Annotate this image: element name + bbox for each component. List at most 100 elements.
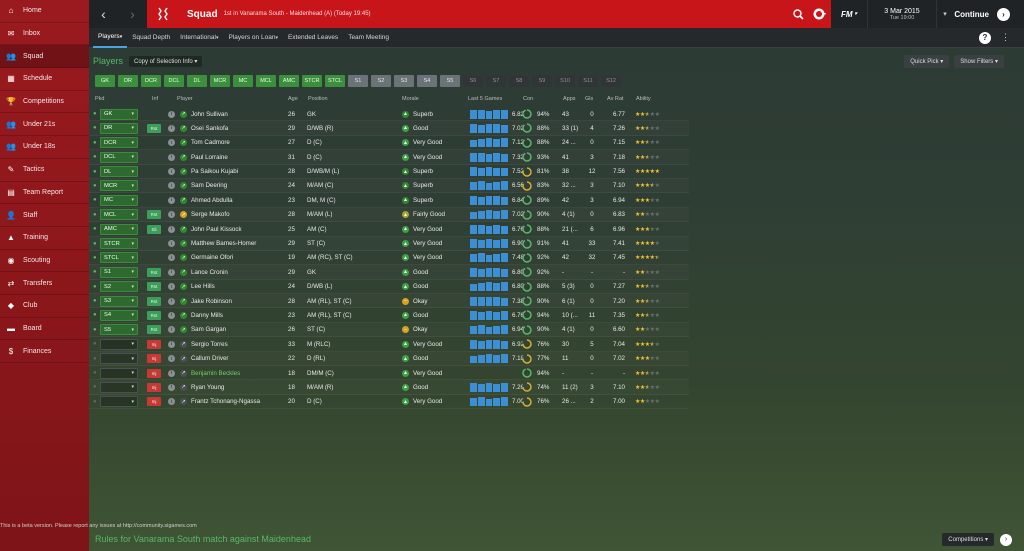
injury-icon[interactable]: Inj: [147, 397, 161, 407]
player-name[interactable]: Lee Hills: [191, 280, 286, 294]
player-name[interactable]: John Paul Kissock: [191, 222, 286, 236]
position-button-stcl[interactable]: STCL: [325, 75, 345, 87]
selection-dropdown[interactable]: S1 ▾: [100, 266, 138, 278]
table-row[interactable]: ● DL ▾ i ↗ Pa Saikou Kujabi 28 D/WB/M (L) Superb…: [89, 165, 689, 179]
player-name[interactable]: Osei Sankofa: [191, 121, 286, 135]
col-apps[interactable]: Apps: [563, 96, 576, 102]
table-row[interactable]: ● STCR ▾ i ↗ Matthew Barnes-Homer 29 ST (C) Very…: [89, 237, 689, 251]
info-icon[interactable]: i: [168, 340, 175, 348]
status-badge[interactable]: Rst: [147, 123, 161, 133]
position-button-stcr[interactable]: STCR: [302, 75, 322, 87]
player-name[interactable]: Sergio Torres: [191, 337, 286, 351]
info-icon[interactable]: i: [168, 196, 175, 204]
selection-dropdown[interactable]: DL ▾: [100, 166, 138, 178]
col-con[interactable]: Con: [523, 96, 533, 102]
help-icon[interactable]: ?: [979, 31, 991, 44]
col-age[interactable]: Age: [288, 96, 298, 102]
selection-dropdown[interactable]: S2 ▾: [100, 281, 138, 293]
injury-icon[interactable]: Inj: [147, 339, 161, 349]
player-name[interactable]: Pa Saikou Kujabi: [191, 165, 286, 179]
position-button-s3[interactable]: S3: [394, 75, 414, 87]
player-name[interactable]: Frantz Tchonang-Ngassa: [191, 395, 286, 409]
position-button-dcl[interactable]: DCL: [164, 75, 184, 87]
position-button-s7[interactable]: S7: [486, 75, 506, 87]
info-icon[interactable]: i: [168, 355, 175, 363]
position-button-dcr[interactable]: DCR: [141, 75, 161, 87]
table-row[interactable]: ● DCR ▾ i ↗ Tom Cadmore 27 D (C) Very Good 7.12 88…: [89, 136, 689, 151]
info-icon[interactable]: i: [168, 283, 175, 291]
status-badge[interactable]: Rst: [147, 296, 161, 306]
sidebar-item-staff[interactable]: 👤 Staff: [0, 204, 89, 227]
status-badge[interactable]: Rst: [147, 310, 161, 320]
selection-dropdown[interactable]: AMC ▾: [100, 223, 138, 235]
status-badge[interactable]: Rst: [147, 325, 161, 335]
status-badge[interactable]: Rst: [147, 210, 161, 220]
position-button-s2[interactable]: S2: [371, 75, 391, 87]
sidebar-item-finances[interactable]: $ Finances: [0, 340, 89, 363]
table-row[interactable]: ● AMC ▾ Sli i ↗ John Paul Kissock 25 AM (C) Very …: [89, 222, 689, 237]
col-pkd[interactable]: Pkd: [95, 96, 104, 102]
sidebar-item-squad[interactable]: 👥 Squad: [0, 45, 89, 69]
selection-dropdown[interactable]: ▾: [100, 367, 138, 379]
col-inf[interactable]: Inf: [152, 96, 158, 102]
position-button-s8[interactable]: S8: [509, 75, 529, 87]
col-avrat[interactable]: Av Rat: [607, 96, 623, 102]
info-icon[interactable]: i: [168, 254, 175, 262]
info-icon[interactable]: i: [168, 240, 175, 248]
status-badge[interactable]: Sli: [147, 224, 161, 234]
table-row[interactable]: ● ▾ Inj i ↗ Frantz Tchonang-Ngassa 20 D (C) Very…: [89, 395, 689, 410]
selection-dropdown[interactable]: S5 ▾: [100, 324, 138, 336]
sidebar-item-training[interactable]: ▲ Training: [0, 227, 89, 250]
sidebar-item-tactics[interactable]: ✎ Tactics: [0, 159, 89, 182]
table-row[interactable]: ● ▾ Inj i ↗ Ryan Young 18 M/AM (R) Good 7.26 74% 11…: [89, 380, 689, 395]
more-options-icon[interactable]: ⋮: [1001, 32, 1010, 43]
info-icon[interactable]: i: [168, 182, 175, 190]
sidebar-item-team-report[interactable]: ▤ Team Report: [0, 182, 89, 205]
info-icon[interactable]: i: [168, 110, 175, 118]
sidebar-item-under-18s[interactable]: 👥 Under 18s: [0, 136, 89, 159]
sidebar-item-scouting[interactable]: ◉ Scouting: [0, 250, 89, 273]
info-icon[interactable]: i: [168, 139, 175, 147]
table-row[interactable]: ● S3 ▾ Rst i ↗ Jake Robinson 28 AM (RL), ST (C) O…: [89, 294, 689, 309]
selection-dropdown[interactable]: DCR ▾: [100, 137, 138, 149]
tab-squad-depth[interactable]: Squad Depth: [127, 28, 175, 48]
quick-pick-button[interactable]: Quick Pick ▾: [904, 54, 950, 68]
forward-arrow-icon[interactable]: ›: [130, 6, 135, 22]
selection-dropdown[interactable]: MCL ▾: [100, 209, 138, 221]
col-player[interactable]: Player: [177, 96, 193, 102]
search-icon[interactable]: [787, 3, 809, 25]
sidebar-item-schedule[interactable]: ▦ Schedule: [0, 68, 89, 91]
status-badge[interactable]: Rst: [147, 282, 161, 292]
info-icon[interactable]: i: [168, 383, 175, 391]
player-name[interactable]: Callum Driver: [191, 352, 286, 366]
selection-dropdown[interactable]: GK ▾: [100, 108, 138, 120]
table-row[interactable]: ● MCR ▾ i ↗ Sam Deering 24 M/AM (C) Superb 6.56 83…: [89, 179, 689, 194]
injury-icon[interactable]: Inj: [147, 354, 161, 364]
continue-button[interactable]: Continue ›: [953, 7, 1024, 21]
competitions-button[interactable]: Competitions ▾: [942, 533, 994, 546]
info-icon[interactable]: i: [168, 211, 175, 219]
position-button-dl[interactable]: DL: [187, 75, 207, 87]
player-name[interactable]: Tom Cadmore: [191, 136, 286, 150]
selection-dropdown[interactable]: MC ▾: [100, 194, 138, 206]
position-button-mcr[interactable]: MCR: [210, 75, 230, 87]
position-button-dr[interactable]: DR: [118, 75, 138, 87]
sidebar-item-transfers[interactable]: ⇄ Transfers: [0, 272, 89, 295]
date-display[interactable]: 3 Mar 2015 Tue 19:00: [867, 0, 937, 28]
info-icon[interactable]: i: [168, 326, 175, 334]
table-row[interactable]: ● ▾ Inj i ↗ Callum Driver 22 D (RL) Good 7.18 77% 1…: [89, 352, 689, 367]
player-name[interactable]: Jake Robinson: [191, 294, 286, 308]
table-row[interactable]: ● DCL ▾ i ↗ Paul Lorraine 31 D (C) Very Good 7.32…: [89, 150, 689, 165]
position-button-s5[interactable]: S5: [440, 75, 460, 87]
chevron-down-icon[interactable]: ▾: [937, 10, 953, 18]
table-row[interactable]: ● ▾ Inj i ↗ Benjamin Beckles 18 DM/M (C) Very Go…: [89, 366, 689, 381]
sidebar-item-competitions[interactable]: 🏆 Competitions: [0, 91, 89, 114]
info-icon[interactable]: i: [168, 297, 175, 305]
back-arrow-icon[interactable]: ‹: [101, 6, 106, 22]
player-name[interactable]: Ahmed Abdulla: [191, 193, 286, 207]
selection-dropdown[interactable]: STCR ▾: [100, 238, 138, 250]
injury-icon[interactable]: Inj: [147, 382, 161, 392]
col-gls[interactable]: Gls: [585, 96, 593, 102]
selection-dropdown[interactable]: STCL ▾: [100, 252, 138, 264]
selection-dropdown[interactable]: ▾: [100, 396, 138, 408]
